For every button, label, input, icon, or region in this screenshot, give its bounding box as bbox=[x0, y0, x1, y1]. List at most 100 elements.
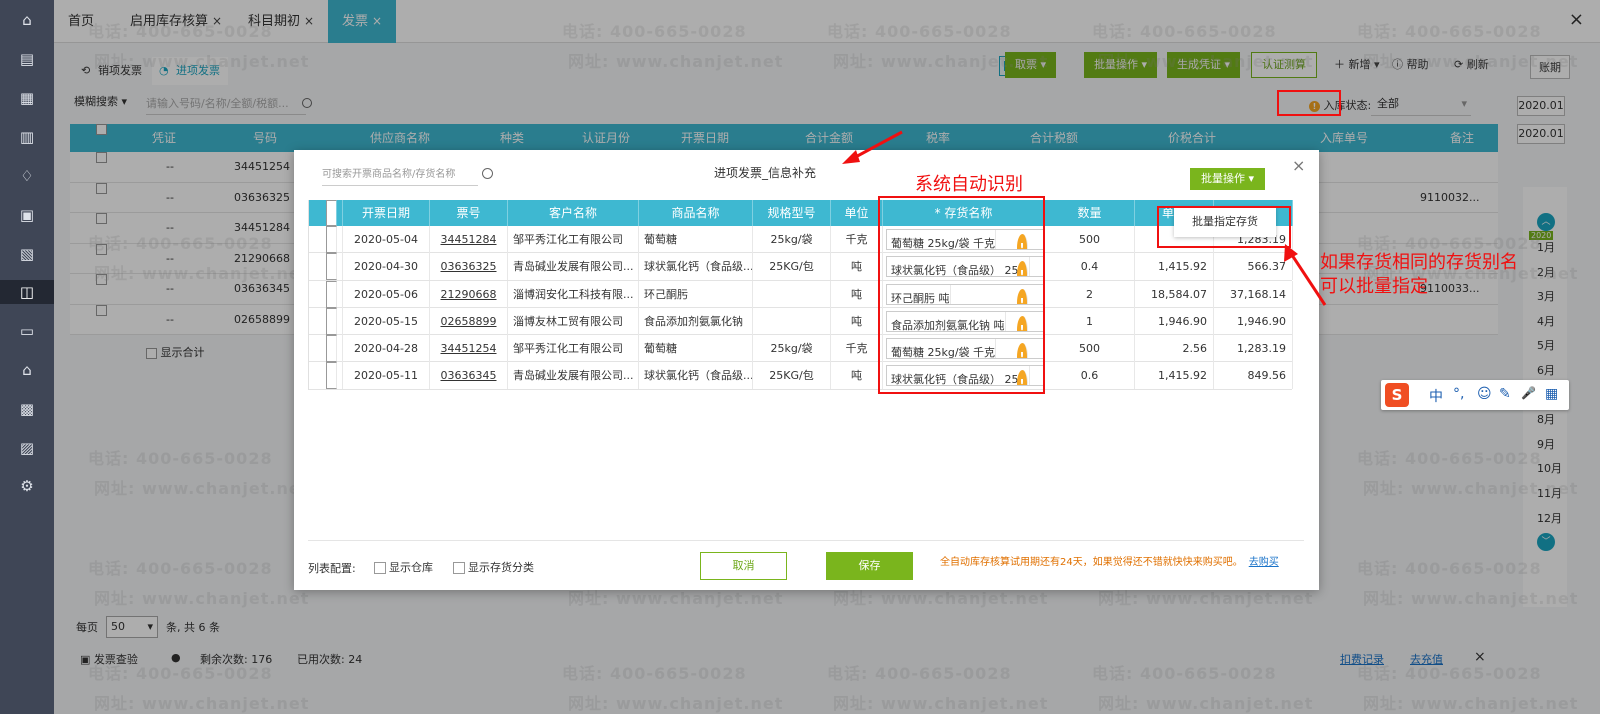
column-header: 开票日期 bbox=[343, 200, 430, 226]
store-icon[interactable]: ◫ bbox=[0, 280, 54, 304]
amount-cell: 37,168.14 bbox=[1214, 280, 1293, 308]
table-row: 2020-05-11 03636345 青岛碱业发展有限公司... 球状氯化钙（食品级… bbox=[309, 362, 1293, 390]
home-icon[interactable]: ⌂ bbox=[15, 8, 39, 32]
date-cell: 2020-05-15 bbox=[343, 307, 430, 335]
chart-icon[interactable]: ▥ bbox=[15, 125, 39, 149]
row-checkbox[interactable] bbox=[309, 335, 343, 363]
customer-cell: 青岛碱业发展有限公司... bbox=[508, 253, 639, 281]
column-header: 客户名称 bbox=[508, 200, 639, 226]
table-row: 2020-05-04 34451284 邹平秀江化工有限公司 葡萄糖 25kg/袋 千克葡… bbox=[309, 226, 1293, 254]
number-cell[interactable]: 03636325 bbox=[430, 253, 508, 281]
column-header: 商品名称 bbox=[639, 200, 753, 226]
annotation-auto-recognize: 系统自动识别 bbox=[915, 174, 1023, 195]
gear-icon[interactable]: ⚙ bbox=[15, 474, 39, 498]
inventory-icon[interactable]: ▤ bbox=[15, 47, 39, 71]
ime-lang[interactable]: 中 bbox=[1429, 386, 1443, 406]
show-warehouse-checkbox[interactable]: 显示仓库 bbox=[374, 559, 433, 575]
search-icon[interactable] bbox=[482, 168, 493, 179]
spec-cell: 25KG/包 bbox=[753, 253, 831, 281]
product-cell: 环己酮肟 bbox=[639, 280, 753, 308]
qty-cell: 0.4 bbox=[1045, 253, 1135, 281]
dropdown-highlight bbox=[1157, 206, 1291, 248]
mic-icon[interactable]: 🎤 bbox=[1521, 386, 1536, 400]
date-cell: 2020-05-11 bbox=[343, 362, 430, 390]
number-cell[interactable]: 34451284 bbox=[430, 226, 508, 253]
number-cell[interactable]: 34451254 bbox=[430, 335, 508, 363]
price-cell: 1,946.90 bbox=[1135, 307, 1214, 335]
qty-cell: 0.6 bbox=[1045, 362, 1135, 390]
number-cell[interactable]: 21290668 bbox=[430, 280, 508, 308]
modal-search-input[interactable]: 可搜索开票商品名称/存货名称 bbox=[322, 164, 478, 186]
table-row: 2020-05-15 02658899 淄博友林工贸有限公司 食品添加剂氨氯化钠吨食品… bbox=[309, 307, 1293, 336]
dialog-title: 进项发票_信息补充 bbox=[714, 166, 817, 180]
amount-cell: 1,283.19 bbox=[1214, 335, 1293, 363]
qty-cell: 1 bbox=[1045, 307, 1135, 335]
unit-cell: 吨 bbox=[831, 307, 883, 335]
row-checkbox[interactable] bbox=[309, 307, 343, 335]
price-cell: 18,584.07 bbox=[1135, 280, 1214, 308]
date-cell: 2020-05-04 bbox=[343, 226, 430, 253]
unit-cell: 吨 bbox=[831, 362, 883, 390]
dialog-footer bbox=[308, 540, 1304, 541]
price-cell: 1,415.92 bbox=[1135, 253, 1214, 281]
row-checkbox[interactable] bbox=[309, 280, 343, 308]
show-category-checkbox[interactable]: 显示存货分类 bbox=[453, 559, 534, 575]
product-cell: 葡萄糖 bbox=[639, 226, 753, 253]
wallet-icon[interactable]: ▭ bbox=[15, 319, 39, 343]
qty-cell: 2 bbox=[1045, 280, 1135, 308]
price-cell: 1,415.92 bbox=[1135, 362, 1214, 390]
table-row: 2020-05-06 21290668 淄博润安化工科技有限... 环己酮肟吨环己酮肟… bbox=[309, 280, 1293, 308]
money-bag-icon[interactable]: ♢ bbox=[15, 164, 39, 188]
pen-icon[interactable]: ✎ bbox=[1499, 386, 1511, 402]
ledger-icon[interactable]: ▣ bbox=[15, 203, 39, 227]
product-cell: 葡萄糖 bbox=[639, 335, 753, 363]
grid-icon[interactable]: ▦ bbox=[1545, 386, 1558, 402]
amount-cell: 1,946.90 bbox=[1214, 307, 1293, 335]
amount-cell: 849.56 bbox=[1214, 362, 1293, 390]
emoji-icon[interactable]: ☺ bbox=[1477, 386, 1492, 402]
number-cell[interactable]: 03636345 bbox=[430, 362, 508, 390]
report-icon[interactable]: ▧ bbox=[15, 242, 39, 266]
table-row: 2020-04-28 34451254 邹平秀江化工有限公司 葡萄糖 25kg/袋 千克葡… bbox=[309, 335, 1293, 363]
column-header: 规格型号 bbox=[753, 200, 831, 226]
customer-cell: 青岛碱业发展有限公司... bbox=[508, 362, 639, 390]
supplement-table: 开票日期票号客户名称商品名称规格型号单位* 存货名称数量单价金额 2020-05… bbox=[308, 200, 1293, 390]
date-cell: 2020-04-28 bbox=[343, 335, 430, 363]
row-checkbox[interactable] bbox=[309, 253, 343, 281]
row-checkbox[interactable] bbox=[309, 226, 343, 253]
buy-link[interactable]: 去购买 bbox=[1249, 557, 1279, 568]
spec-cell: 25KG/包 bbox=[753, 362, 831, 390]
modal-batch-button[interactable]: 批量操作 ▾ bbox=[1190, 168, 1265, 190]
stamp-icon[interactable]: ▩ bbox=[15, 397, 39, 421]
unit-cell: 吨 bbox=[831, 253, 883, 281]
price-cell: 2.56 bbox=[1135, 335, 1214, 363]
dialog-close-icon[interactable]: × bbox=[1292, 156, 1305, 175]
number-cell[interactable]: 02658899 bbox=[430, 307, 508, 335]
table-header: 开票日期票号客户名称商品名称规格型号单位* 存货名称数量单价金额 bbox=[309, 200, 1293, 226]
select-all-checkbox[interactable] bbox=[309, 200, 343, 226]
ime-punct[interactable]: °, bbox=[1453, 386, 1464, 402]
stock-column-highlight bbox=[878, 196, 1045, 394]
sidebar: ⌂ ▤ ▦ ▥ ♢ ▣ ▧ ◫ ▭ ⌂ ▩ ▨ ⚙ bbox=[0, 0, 54, 714]
document-icon[interactable]: ▦ bbox=[15, 86, 39, 110]
date-cell: 2020-05-06 bbox=[343, 280, 430, 308]
audit-icon[interactable]: ▨ bbox=[15, 436, 39, 460]
date-cell: 2020-04-30 bbox=[343, 253, 430, 281]
annotation-batch-tip-1: 如果存货相同的存货别名 bbox=[1320, 252, 1518, 273]
status-highlight bbox=[1277, 90, 1341, 116]
building-icon[interactable]: ⌂ bbox=[15, 358, 39, 382]
cancel-button[interactable]: 取消 bbox=[700, 552, 787, 580]
unit-cell: 千克 bbox=[831, 226, 883, 253]
amount-cell: 566.37 bbox=[1214, 253, 1293, 281]
row-checkbox[interactable] bbox=[309, 362, 343, 390]
sogou-logo-icon: S bbox=[1385, 383, 1409, 407]
customer-cell: 邹平秀江化工有限公司 bbox=[508, 335, 639, 363]
spec-cell bbox=[753, 307, 831, 335]
annotation-batch-tip-2: 可以批量指定 bbox=[1320, 276, 1428, 297]
ime-toolbar: S 中 °, ☺ ✎ 🎤 ▦ bbox=[1381, 380, 1569, 410]
unit-cell: 吨 bbox=[831, 280, 883, 308]
spec-cell: 25kg/袋 bbox=[753, 335, 831, 363]
save-button[interactable]: 保存 bbox=[826, 552, 913, 580]
table-row: 2020-04-30 03636325 青岛碱业发展有限公司... 球状氯化钙（食品级… bbox=[309, 253, 1293, 281]
product-cell: 食品添加剂氨氯化钠 bbox=[639, 307, 753, 335]
